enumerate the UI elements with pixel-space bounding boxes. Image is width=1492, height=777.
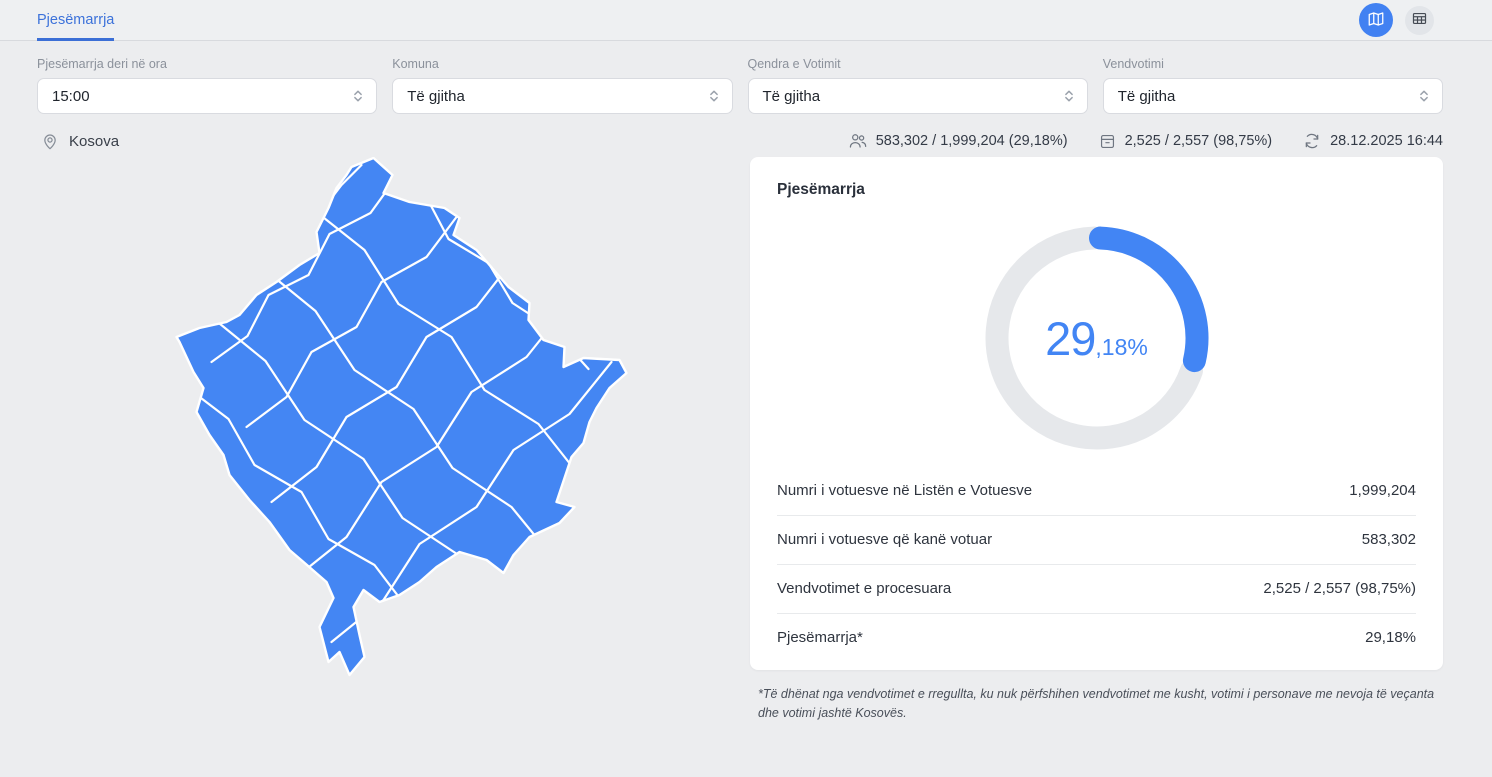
row-label: Vendvotimet e procesuara — [777, 580, 952, 597]
table-icon — [1411, 10, 1428, 30]
komuna-select[interactable]: Të gjitha — [392, 78, 733, 114]
time-select[interactable]: 15:00 — [37, 78, 378, 114]
donut-percent-rest: ,18% — [1095, 333, 1148, 360]
location-label: Kosova — [69, 132, 120, 150]
filter-qendra: Qendra e Votimit Të gjitha — [747, 57, 1088, 114]
chevron-updown-icon — [354, 90, 363, 102]
filter-time: Pjesëmarrja deri në ora 15:00 — [37, 57, 378, 114]
updated-stat: 28.12.2025 16:44 — [1302, 131, 1443, 151]
row-value: 29,18% — [1365, 629, 1416, 646]
stats-group: 583,302 / 1,999,204 (29,18%) 2,525 / 2,5… — [848, 131, 1443, 151]
tab-pjesemarrja[interactable]: Pjesëmarrja — [37, 0, 115, 41]
kosovo-map — [37, 157, 750, 677]
footnote: *Të dhënat nga vendvotimet e rregullta, … — [758, 687, 1435, 721]
table-row: Numri i votuesve në Listën e Votuesve 1,… — [777, 467, 1416, 516]
chevron-updown-icon — [1064, 90, 1073, 102]
row-label: Numri i votuesve në Listën e Votuesve — [777, 482, 1033, 499]
donut-center-label: 29,18% — [982, 223, 1212, 453]
tabbar: Pjesëmarrja — [0, 0, 1492, 41]
ballot-box-icon — [1100, 134, 1114, 148]
participation-panel: Pjesëmarrja 29,18% Numri i votuesve në L… — [750, 157, 1443, 724]
statusbar: Kosova 583,302 / 1,999,204 (29,18%) 2,52… — [0, 114, 1492, 151]
map-pin-icon — [44, 134, 56, 150]
qendra-select-value: Të gjitha — [762, 87, 821, 105]
users-icon — [849, 134, 866, 148]
komuna-select-value: Të gjitha — [407, 87, 465, 105]
filter-time-label: Pjesëmarrja deri në ora — [37, 57, 167, 71]
table-row: Pjesëmarrja* 29,18% — [777, 614, 1416, 662]
map-view-button[interactable] — [1359, 3, 1393, 37]
time-select-value: 15:00 — [52, 87, 90, 105]
table-row: Numri i votuesve që kanë votuar 583,302 — [777, 516, 1416, 565]
table-view-button[interactable] — [1405, 5, 1434, 35]
filter-vendvotimi-label: Vendvotimi — [1102, 57, 1164, 71]
row-value: 2,525 / 2,557 (98,75%) — [1263, 580, 1416, 597]
main-content: Pjesëmarrja 29,18% Numri i votuesve në L… — [0, 151, 1492, 724]
filter-komuna-label: Komuna — [392, 57, 439, 71]
kosovo-map-svg — [174, 157, 628, 677]
row-label: Numri i votuesve që kanë votuar — [777, 531, 993, 548]
location: Kosova — [40, 131, 119, 151]
refresh-icon — [1305, 133, 1319, 149]
qendra-select[interactable]: Të gjitha — [747, 78, 1088, 114]
voters-stat: 583,302 / 1,999,204 (29,18%) — [848, 131, 1068, 151]
vendvotimi-select-value: Të gjitha — [1117, 87, 1176, 105]
filter-komuna: Komuna Të gjitha — [392, 57, 733, 114]
filter-qendra-label: Qendra e Votimit — [747, 57, 841, 71]
row-label: Pjesëmarrja* — [777, 629, 863, 646]
view-toggle — [1359, 3, 1434, 37]
kosovo-map-shape[interactable] — [174, 157, 628, 677]
card-title: Pjesëmarrja — [777, 181, 865, 198]
row-value: 1,999,204 — [1349, 482, 1416, 499]
vendvotimi-select[interactable]: Të gjitha — [1102, 78, 1443, 114]
donut-percent-main: 29 — [1045, 311, 1096, 365]
row-value: 583,302 — [1361, 531, 1416, 548]
map-icon — [1367, 10, 1385, 31]
chevron-updown-icon — [709, 90, 718, 102]
summary-table: Numri i votuesve në Listën e Votuesve 1,… — [777, 467, 1416, 662]
filter-vendvotimi: Vendvotimi Të gjitha — [1102, 57, 1443, 114]
tab-pjesemarrja-label: Pjesëmarrja — [37, 12, 115, 28]
participation-donut: 29,18% — [982, 223, 1212, 453]
chevron-updown-icon — [1420, 90, 1428, 102]
polling-stat: 2,525 / 2,557 (98,75%) — [1098, 132, 1273, 151]
polling-stat-value: 2,525 / 2,557 (98,75%) — [1124, 133, 1273, 149]
updated-stat-value: 28.12.2025 16:44 — [1330, 133, 1443, 149]
table-row: Vendvotimet e procesuara 2,525 / 2,557 (… — [777, 565, 1416, 614]
voters-stat-value: 583,302 / 1,999,204 (29,18%) — [875, 133, 1068, 149]
filter-row: Pjesëmarrja deri në ora 15:00 Komuna Të … — [0, 41, 1492, 114]
participation-card: Pjesëmarrja 29,18% Numri i votuesve në L… — [750, 157, 1443, 670]
